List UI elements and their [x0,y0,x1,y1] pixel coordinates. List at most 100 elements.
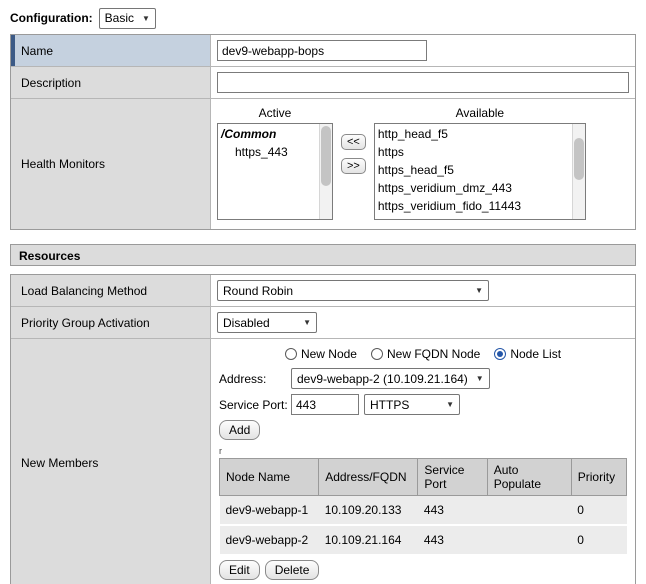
load-balancing-row: Load Balancing Method Round Robin ▼ [11,275,635,307]
description-label: Description [21,76,81,90]
available-monitor-item[interactable]: https_veridium_idp_8944 [378,215,569,220]
active-monitors-listbox[interactable]: /Common https_443 [217,123,333,220]
available-monitor-item[interactable]: https [378,143,569,161]
configuration-bar: Configuration: Basic ▼ [10,6,636,30]
pool-configuration-page: Configuration: Basic ▼ Name Description [0,0,646,584]
priority-group-label-cell: Priority Group Activation [11,307,211,338]
column-header-address-fqdn[interactable]: Address/FQDN [319,459,418,496]
column-header-auto-populate[interactable]: Auto Populate [487,459,571,496]
members-table-note: r [219,446,627,456]
cell-address-fqdn: 10.109.21.164 [319,525,418,555]
available-monitor-item[interactable]: http_head_f5 [378,125,569,143]
active-monitor-item[interactable]: https_443 [221,143,316,161]
active-list-scroll-thumb[interactable] [321,126,331,186]
monitor-move-buttons: << >> [341,134,366,174]
configuration-select[interactable]: Basic ▼ [99,8,156,29]
description-row: Description [11,67,635,99]
column-header-priority[interactable]: Priority [571,459,626,496]
description-value-cell [211,67,635,98]
health-monitors-row: Health Monitors Active /Common https_443 [11,99,635,229]
priority-group-select-value: Disabled [223,316,270,330]
available-monitor-item[interactable]: https_veridium_fido_11443 [378,197,569,215]
table-row[interactable]: dev9-webapp-1 10.109.20.133 443 0 [220,496,627,526]
radio-node-list-label: Node List [510,347,561,361]
available-list-scroll-thumb[interactable] [574,138,584,180]
chevron-down-icon: ▼ [476,374,484,383]
member-type-radio-group: New Node New FQDN Node Node List [219,345,627,363]
health-monitors-label-cell: Health Monitors [11,99,211,229]
name-label-cell: Name [11,35,211,66]
name-value-cell [211,35,635,66]
priority-group-label: Priority Group Activation [21,316,150,330]
radio-node-list[interactable]: Node List [494,347,561,361]
general-properties-table: Name Description Health Monitors Active [10,34,636,230]
health-monitors-label: Health Monitors [21,157,105,171]
available-monitor-item[interactable]: https_head_f5 [378,161,569,179]
new-members-label-cell: New Members [11,339,211,584]
service-name-select[interactable]: HTTPS ▼ [364,394,460,415]
name-row: Name [11,35,635,67]
name-label: Name [21,44,53,58]
description-input[interactable] [217,72,629,93]
move-to-available-button[interactable]: >> [341,158,366,174]
service-name-select-value: HTTPS [370,398,409,412]
column-header-service-port[interactable]: Service Port [418,459,487,496]
new-members-row: New Members New Node New FQDN Node Node … [11,339,635,584]
available-monitor-item[interactable]: https_veridium_dmz_443 [378,179,569,197]
add-button-row: Add [219,420,627,440]
radio-new-node-label: New Node [301,347,357,361]
chevron-down-icon: ▼ [303,318,311,327]
priority-group-select[interactable]: Disabled ▼ [217,312,317,333]
address-label: Address: [219,372,291,386]
cell-service-port: 443 [418,525,487,555]
chevron-down-icon: ▼ [142,14,150,23]
address-select[interactable]: dev9-webapp-2 (10.109.21.164) ▼ [291,368,490,389]
column-header-node-name[interactable]: Node Name [220,459,319,496]
name-input[interactable] [217,40,427,61]
service-port-input[interactable] [291,394,359,415]
active-partition-group: /Common [221,125,316,143]
priority-group-value-cell: Disabled ▼ [211,307,635,338]
resources-section-header: Resources [10,244,636,266]
available-title: Available [374,106,586,123]
load-balancing-select[interactable]: Round Robin ▼ [217,280,489,301]
new-members-value-cell: New Node New FQDN Node Node List Address… [211,339,635,584]
radio-new-fqdn-node-label: New FQDN Node [387,347,480,361]
resources-table: Load Balancing Method Round Robin ▼ Prio… [10,274,636,584]
active-list-scrollbar[interactable] [319,124,332,219]
edit-delete-button-row: Edit Delete [219,560,627,580]
service-port-form-row: Service Port: HTTPS ▼ [219,394,627,415]
health-monitors-value-cell: Active /Common https_443 << [211,99,635,229]
members-table: Node Name Address/FQDN Service Port Auto… [219,458,627,556]
radio-icon[interactable] [371,348,383,360]
add-button[interactable]: Add [219,420,260,440]
load-balancing-select-value: Round Robin [223,284,293,298]
members-table-header-row: Node Name Address/FQDN Service Port Auto… [220,459,627,496]
description-label-cell: Description [11,67,211,98]
active-title: Active [217,106,333,123]
edit-button[interactable]: Edit [219,560,260,580]
load-balancing-label: Load Balancing Method [21,284,147,298]
available-monitors-listbox[interactable]: http_head_f5 https https_head_f5 https_v… [374,123,586,220]
cell-node-name: dev9-webapp-1 [220,496,319,526]
configuration-label: Configuration: [10,11,93,25]
load-balancing-label-cell: Load Balancing Method [11,275,211,306]
radio-icon[interactable] [285,348,297,360]
service-port-label: Service Port: [219,398,291,412]
delete-button[interactable]: Delete [265,560,320,580]
cell-auto-populate [487,496,571,526]
radio-new-node[interactable]: New Node [285,347,357,361]
cell-address-fqdn: 10.109.20.133 [319,496,418,526]
load-balancing-value-cell: Round Robin ▼ [211,275,635,306]
chevron-down-icon: ▼ [446,400,454,409]
address-select-value: dev9-webapp-2 (10.109.21.164) [297,372,468,386]
table-row[interactable]: dev9-webapp-2 10.109.21.164 443 0 [220,525,627,555]
available-monitors-column: Available http_head_f5 https https_head_… [374,106,586,220]
chevron-down-icon: ▼ [475,286,483,295]
available-list-scrollbar[interactable] [572,124,585,219]
radio-icon[interactable] [494,348,506,360]
cell-auto-populate [487,525,571,555]
move-to-active-button[interactable]: << [341,134,366,150]
radio-new-fqdn-node[interactable]: New FQDN Node [371,347,480,361]
cell-service-port: 443 [418,496,487,526]
